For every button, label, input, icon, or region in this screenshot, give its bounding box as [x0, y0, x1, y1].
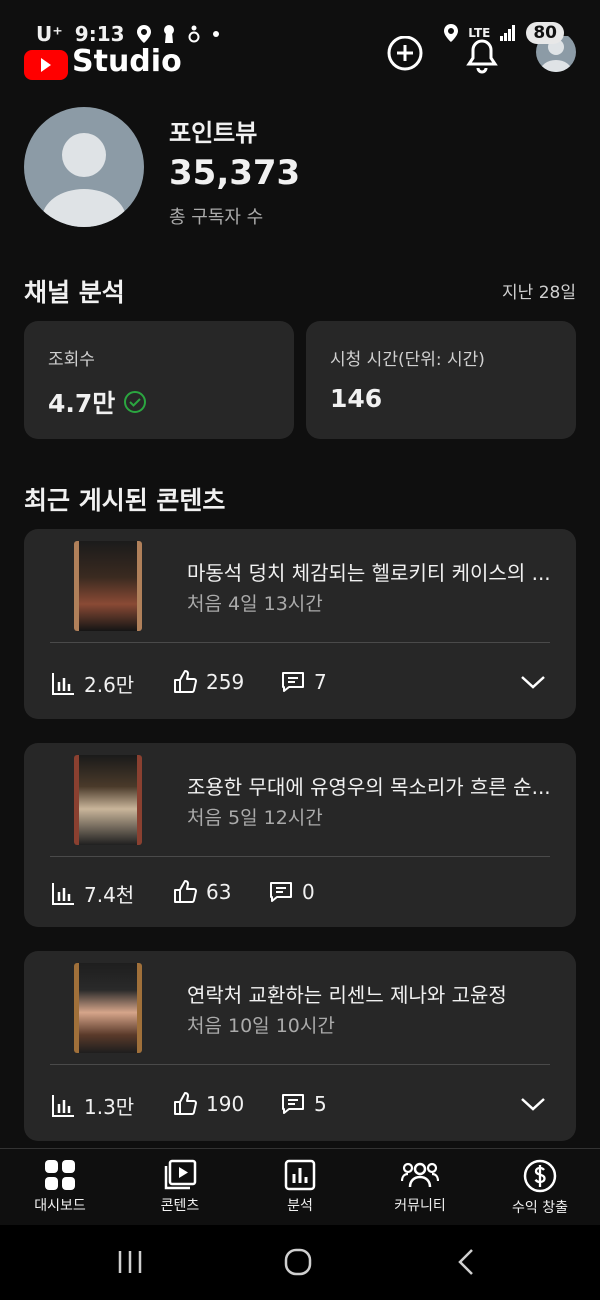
likes-count: 190 [206, 1092, 245, 1116]
likes-metric: 63 [172, 879, 231, 905]
likes-count: 259 [206, 670, 245, 694]
views-label: 조회수 [48, 350, 95, 370]
subscriber-count-label: 총 구독자 수 [169, 207, 264, 228]
bottom-navigation: 대시보드 콘텐츠 분석 커뮤니티 수익 창출 [0, 1148, 600, 1225]
nav-analytics[interactable]: 분석 [240, 1149, 360, 1225]
views-count: 2.6만 [84, 673, 135, 697]
analytics-icon [284, 1159, 316, 1191]
divider [50, 1064, 550, 1065]
location-icon [136, 25, 151, 43]
system-navigation-bar [0, 1225, 600, 1300]
recent-apps-icon[interactable] [116, 1249, 144, 1275]
dot-icon [212, 31, 219, 37]
watch-time-label: 시청 시간(단위: 시간) [330, 350, 485, 370]
video-title[interactable]: 마동석 덩치 체감되는 헬로키티 케이스의 ... [187, 557, 557, 586]
recent-content-title: 최근 게시된 콘텐츠 [24, 486, 226, 515]
watch-time-stat-card[interactable]: 시청 시간(단위: 시간) 146 [306, 321, 576, 439]
bar-chart-icon [52, 672, 74, 695]
accessibility-icon [188, 25, 200, 43]
video-meta: 처음 10일 10시간 [187, 1015, 335, 1037]
community-icon [401, 1162, 439, 1188]
signal-icon [500, 25, 516, 41]
nav-label: 분석 [287, 1198, 313, 1214]
video-title[interactable]: 연락처 교환하는 리센느 제나와 고윤정 [187, 979, 557, 1008]
thumbs-up-icon [174, 1092, 197, 1115]
clock: 9:13 [74, 22, 125, 46]
comment-icon [270, 882, 292, 902]
views-metric: 7.4천 [50, 879, 134, 908]
likes-metric: 190 [172, 1091, 244, 1117]
bar-chart-icon [52, 1094, 74, 1117]
likes-metric: 259 [172, 669, 244, 695]
comments-metric: 0 [268, 879, 315, 905]
back-icon[interactable] [455, 1247, 477, 1277]
nav-monetization[interactable]: 수익 창출 [480, 1149, 600, 1225]
battery-indicator: 80 [526, 22, 564, 44]
views-count: 1.3만 [84, 1095, 135, 1119]
divider [50, 856, 550, 857]
video-meta: 처음 5일 12시간 [187, 807, 323, 829]
views-count: 7.4천 [84, 883, 135, 907]
nav-label: 콘텐츠 [160, 1198, 200, 1214]
comments-count: 7 [314, 670, 327, 694]
channel-avatar[interactable] [24, 107, 144, 227]
comments-count: 0 [302, 880, 315, 904]
network-label: LTE [468, 26, 491, 40]
home-icon[interactable] [283, 1247, 313, 1277]
nav-community[interactable]: 커뮤니티 [360, 1149, 480, 1225]
comments-metric: 7 [280, 669, 327, 695]
thumbs-up-icon [174, 880, 197, 903]
analytics-section-title: 채널 분석 [24, 278, 125, 307]
carrier-label: U⁺ [36, 22, 63, 46]
video-thumbnail[interactable] [74, 963, 142, 1053]
comments-count: 5 [314, 1092, 327, 1116]
comments-metric: 5 [280, 1091, 327, 1117]
content-icon [164, 1159, 197, 1190]
default-avatar-icon [42, 133, 126, 227]
location-icon [444, 24, 459, 42]
video-card[interactable]: 마동석 덩치 체감되는 헬로키티 케이스의 ... 처음 4일 13시간 2.6… [24, 529, 576, 719]
nav-label: 대시보드 [34, 1198, 86, 1214]
likes-count: 63 [206, 880, 232, 904]
video-thumbnail[interactable] [74, 755, 142, 845]
watch-time-value: 146 [330, 384, 383, 413]
views-stat-card[interactable]: 조회수 4.7만 [24, 321, 294, 439]
subscriber-count: 35,373 [169, 153, 301, 193]
video-meta: 처음 4일 13시간 [187, 593, 323, 615]
thumbs-up-icon [174, 670, 197, 693]
divider [50, 642, 550, 643]
nav-label: 커뮤니티 [394, 1198, 446, 1214]
comment-icon [282, 1094, 304, 1114]
video-card[interactable]: 연락처 교환하는 리센느 제나와 고윤정 처음 10일 10시간 1.3만 19… [24, 951, 576, 1141]
nav-dashboard[interactable]: 대시보드 [0, 1149, 120, 1225]
dashboard-icon [45, 1160, 75, 1190]
check-circle-icon [124, 391, 147, 413]
chevron-down-icon[interactable] [520, 672, 546, 692]
video-thumbnail[interactable] [74, 541, 142, 631]
views-metric: 2.6만 [50, 669, 134, 698]
video-title[interactable]: 조용한 무대에 유영우의 목소리가 흐른 순... [187, 771, 557, 800]
dollar-circle-icon [523, 1159, 557, 1193]
comment-icon [282, 672, 304, 692]
analytics-period: 지난 28일 [502, 283, 576, 303]
bar-chart-icon [52, 882, 74, 905]
views-value: 4.7만 [48, 389, 116, 418]
video-card[interactable]: 조용한 무대에 유영우의 목소리가 흐른 순... 처음 5일 12시간 7.4… [24, 743, 576, 927]
status-bar: U⁺ 9:13 LTE 80 [0, 0, 600, 70]
views-metric: 1.3만 [50, 1091, 134, 1120]
nav-content[interactable]: 콘텐츠 [120, 1149, 240, 1225]
chevron-down-icon[interactable] [520, 1094, 546, 1114]
keyhole-icon [163, 25, 174, 43]
channel-name: 포인트뷰 [169, 119, 258, 147]
channel-profile: 포인트뷰 35,373 총 구독자 수 [24, 107, 576, 229]
nav-label: 수익 창출 [512, 1200, 568, 1216]
